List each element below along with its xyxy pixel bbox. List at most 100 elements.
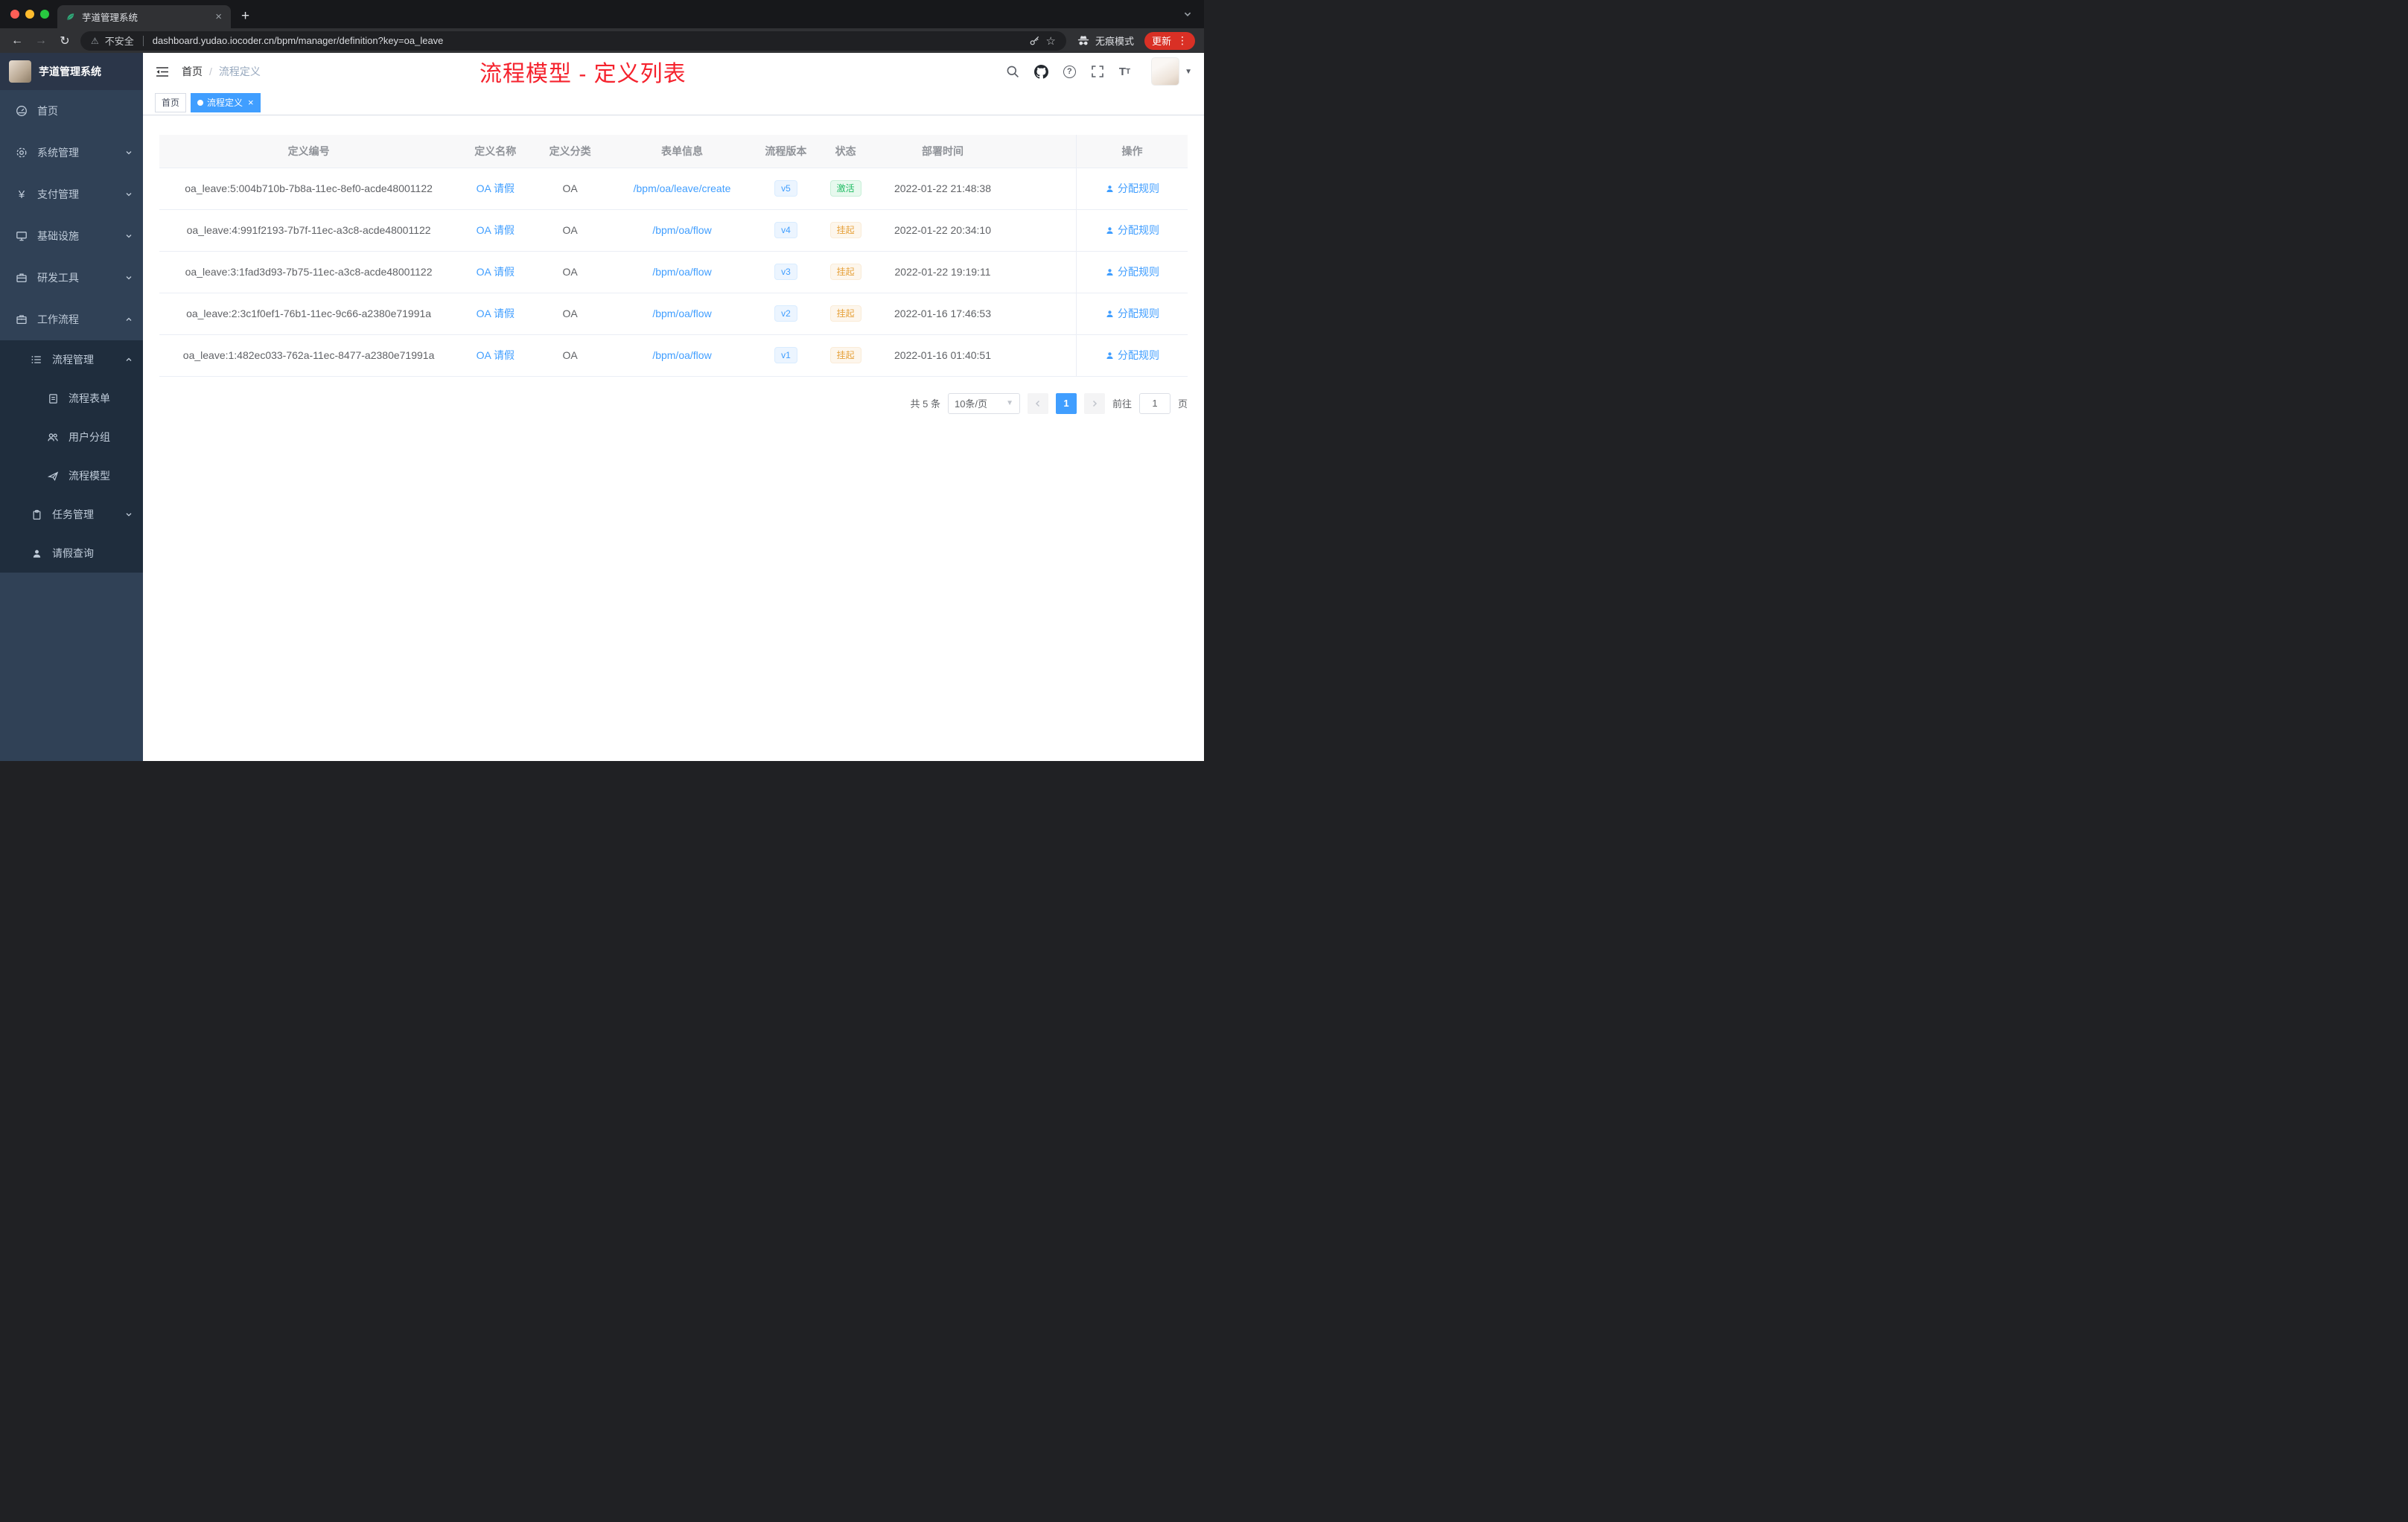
address-bar[interactable]: ⚠ 不安全 dashboard.yudao.iocoder.cn/bpm/man…	[80, 31, 1066, 51]
app-header: 首页 / 流程定义 流程模型 - 定义列表 ? TT ▼	[143, 53, 1204, 90]
sidebar-item-label: 任务管理	[52, 509, 94, 520]
sidebar-item-task-management[interactable]: 任务管理	[0, 495, 143, 534]
sidebar-collapse-icon[interactable]	[155, 66, 170, 78]
version-badge: v1	[774, 347, 797, 363]
page-size-select[interactable]: 10条/页 ▼	[947, 392, 1020, 414]
sidebar-item-process-model[interactable]: 流程模型	[0, 456, 143, 495]
key-icon[interactable]	[1029, 35, 1040, 46]
search-icon[interactable]	[1006, 65, 1019, 78]
reload-icon[interactable]: ↻	[57, 34, 73, 48]
sidebar-item-workflow[interactable]: 工作流程	[0, 299, 143, 340]
definition-name-link[interactable]: OA 请假	[477, 266, 515, 278]
chevron-up-icon	[125, 316, 133, 323]
window-controls	[10, 10, 49, 19]
sidebar-item-process-form[interactable]: 流程表单	[0, 379, 143, 418]
breadcrumb-home[interactable]: 首页	[182, 64, 203, 79]
cell-category: OA	[532, 293, 608, 335]
sidebar-item-leave-query[interactable]: 请假查询	[0, 534, 143, 573]
sidebar-item-label: 支付管理	[37, 188, 79, 200]
sidebar-item-dev-tools[interactable]: 研发工具	[0, 257, 143, 299]
prev-page-button[interactable]	[1027, 392, 1048, 414]
definition-name-link[interactable]: OA 请假	[477, 182, 515, 194]
page-annotation: 流程模型 - 定义列表	[480, 62, 687, 86]
assign-rule-button[interactable]: 分配规则	[1105, 348, 1159, 363]
page-unit-label: 页	[1177, 398, 1188, 410]
assign-rule-button[interactable]: 分配规则	[1105, 223, 1159, 238]
pagination-total: 共 5 条	[910, 398, 940, 410]
forward-icon[interactable]: →	[33, 34, 49, 48]
form-link[interactable]: /bpm/oa/flow	[652, 308, 711, 319]
status-badge: 激活	[829, 180, 861, 197]
cell-category: OA	[532, 334, 608, 377]
fullscreen-icon[interactable]	[1091, 65, 1104, 78]
incognito-icon	[1077, 34, 1090, 48]
cell-deploy-time: 2022-01-16 17:46:53	[876, 293, 1010, 335]
page-size-value: 10条/页	[954, 398, 988, 410]
tag-home[interactable]: 首页	[155, 92, 187, 112]
sidebar-item-process-management[interactable]: 流程管理	[0, 340, 143, 379]
sidebar-item-system-management[interactable]: 系统管理	[0, 132, 143, 173]
incognito-label: 无痕模式	[1095, 36, 1134, 47]
divider	[142, 35, 144, 46]
col-deploy-time: 部署时间	[876, 135, 1010, 168]
form-link[interactable]: /bpm/oa/flow	[652, 349, 711, 361]
profile-chevron-icon[interactable]	[1183, 9, 1192, 22]
window-zoom-button[interactable]	[40, 10, 49, 19]
cell-deploy-time: 2022-01-16 01:40:51	[876, 334, 1010, 377]
yen-icon: ¥	[18, 188, 25, 201]
font-size-icon[interactable]: TT	[1119, 66, 1130, 78]
assign-rule-button[interactable]: 分配规则	[1105, 306, 1159, 321]
tag-process-definition[interactable]: 流程定义 ×	[191, 92, 261, 112]
col-filler	[1009, 135, 1077, 168]
col-definition-category: 定义分类	[532, 135, 608, 168]
definition-name-link[interactable]: OA 请假	[477, 308, 515, 319]
new-tab-button[interactable]: +	[241, 8, 249, 25]
window-minimize-button[interactable]	[25, 10, 34, 19]
browser-window: 芋道管理系统 × + ← → ↻ ⚠ 不安全 dashboard.yudao.i…	[0, 0, 1204, 761]
sidebar-item-user-group[interactable]: 用户分组	[0, 418, 143, 456]
browser-menu-icon[interactable]: ⋮	[1177, 34, 1188, 47]
active-dot	[197, 99, 204, 106]
tags-view-bar: 首页 流程定义 ×	[143, 90, 1204, 115]
github-icon[interactable]	[1033, 64, 1048, 79]
sidebar-item-home[interactable]: 首页	[0, 90, 143, 132]
tag-label: 首页	[162, 98, 180, 108]
browser-tab[interactable]: 芋道管理系统 ×	[57, 5, 231, 28]
help-icon[interactable]: ?	[1063, 65, 1076, 78]
tag-close-icon[interactable]: ×	[248, 98, 254, 107]
user-menu[interactable]: ▼	[1151, 57, 1192, 86]
next-page-button[interactable]	[1083, 392, 1105, 414]
action-label: 分配规则	[1118, 224, 1159, 236]
form-icon	[46, 393, 60, 404]
form-link[interactable]: /bpm/oa/flow	[652, 266, 711, 278]
form-link[interactable]: /bpm/oa/leave/create	[634, 182, 731, 194]
col-status: 状态	[815, 135, 876, 168]
bookmark-star-icon[interactable]: ☆	[1046, 34, 1056, 48]
window-close-button[interactable]	[10, 10, 19, 19]
chevron-down-icon	[125, 232, 133, 240]
sidebar-item-label: 流程管理	[52, 354, 94, 366]
assign-rule-button[interactable]: 分配规则	[1105, 264, 1159, 279]
app-logo-row[interactable]: 芋道管理系统	[0, 53, 143, 90]
goto-page-input[interactable]	[1138, 392, 1170, 414]
update-button[interactable]: 更新 ⋮	[1144, 31, 1195, 50]
sidebar-item-infrastructure[interactable]: 基础设施	[0, 215, 143, 257]
definition-table: 定义编号 定义名称 定义分类 表单信息 流程版本 状态 部署时间 操作 oa_l…	[159, 135, 1188, 377]
browser-tab-strip: 芋道管理系统 × +	[0, 0, 1204, 28]
sidebar-item-label: 流程表单	[69, 392, 110, 404]
definition-name-link[interactable]: OA 请假	[477, 224, 515, 236]
page-number-1[interactable]: 1	[1055, 392, 1077, 414]
users-icon	[46, 431, 60, 443]
col-process-version: 流程版本	[757, 135, 815, 168]
user-icon	[1106, 226, 1113, 234]
back-icon[interactable]: ←	[9, 34, 25, 48]
user-caret-icon: ▼	[1185, 67, 1192, 76]
user-icon	[1106, 310, 1113, 317]
definition-name-link[interactable]: OA 请假	[477, 349, 515, 361]
tab-close-icon[interactable]: ×	[214, 11, 223, 22]
tag-label: 流程定义	[207, 98, 243, 108]
user-icon	[1106, 185, 1113, 192]
assign-rule-button[interactable]: 分配规则	[1105, 181, 1159, 196]
form-link[interactable]: /bpm/oa/flow	[652, 224, 711, 236]
sidebar-item-payment-management[interactable]: ¥ 支付管理	[0, 173, 143, 215]
